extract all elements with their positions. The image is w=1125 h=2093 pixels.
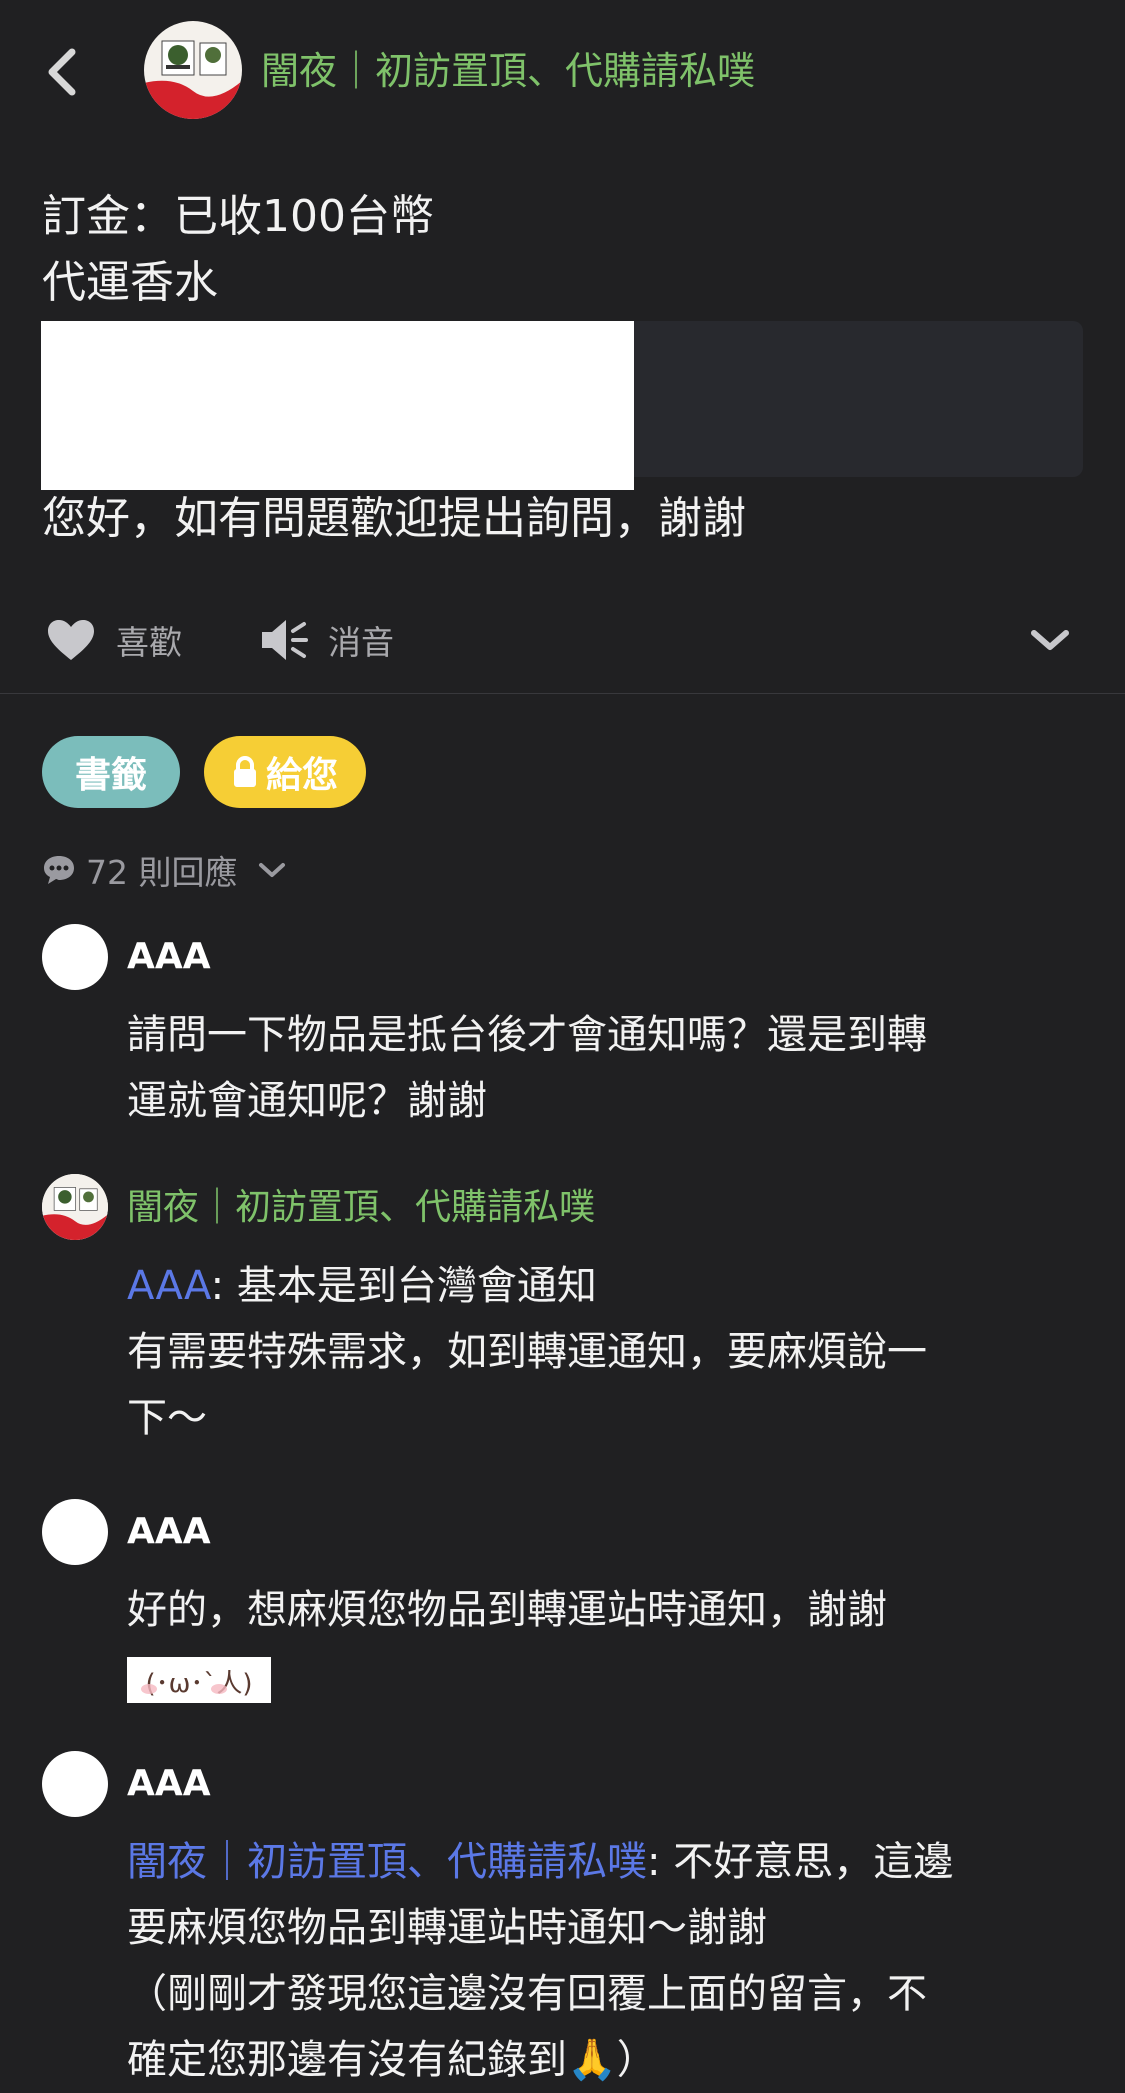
owner-name[interactable]: 闇夜｜初訪置頂、代購請私噗 — [261, 46, 755, 96]
emoticon-text: (･ω･`人) — [145, 1669, 252, 1699]
mention-link[interactable]: 闇夜｜初訪置頂、代購請私噗 — [127, 1839, 647, 1885]
bookmark-tag[interactable]: 書籤 — [42, 736, 180, 808]
chevron-down-icon — [1031, 630, 1069, 650]
chevron-left-icon — [48, 48, 76, 96]
comment-line: 好的，想麻煩您物品到轉運站時通知，謝謝 — [127, 1587, 887, 1633]
speaker-mute-icon — [262, 620, 308, 660]
comment-line: 請問一下物品是抵台後才會通知嗎？還是到轉 — [127, 1012, 927, 1058]
comment-body: 請問一下物品是抵台後才會通知嗎？還是到轉 運就會通知呢？謝謝 — [127, 1002, 1087, 1134]
post-line-greeting: 您好，如有問題歡迎提出詢問，謝謝 — [42, 493, 746, 544]
comment-body: AAA: 基本是到台灣會通知 有需要特殊需求，如到轉運通知，要麻煩說一 下～ — [127, 1253, 1087, 1451]
lock-icon — [233, 756, 256, 787]
commenter-name[interactable]: AAA — [127, 1508, 211, 1556]
owner-avatar-image — [42, 1174, 108, 1240]
comment-line: 下～ — [127, 1395, 207, 1441]
commenter-name[interactable]: AAA — [127, 1760, 211, 1808]
private-tag[interactable]: 給您 — [204, 736, 366, 808]
comment-line: AAA: 基本是到台灣會通知 — [127, 1253, 1087, 1319]
post-line-deposit: 訂金：已收100台幣 — [42, 191, 434, 242]
mute-button[interactable]: 消音 — [260, 600, 394, 680]
commenter-avatar[interactable] — [42, 1751, 108, 1817]
comment-line: 確定您那邊有沒有紀錄到🙏） — [127, 2037, 657, 2083]
back-button[interactable] — [40, 42, 90, 102]
post-content: 訂金：已收100台幣 代運香水 — [42, 184, 1082, 316]
speech-bubble-icon — [44, 856, 74, 884]
comment-line: 運就會通知呢？謝謝 — [127, 1078, 487, 1124]
heart-icon — [48, 620, 94, 660]
post-line-item: 代運香水 — [42, 257, 218, 308]
owner-commenter-name[interactable]: 闇夜｜初訪置頂、代購請私噗 — [127, 1184, 595, 1232]
section-divider — [0, 693, 1125, 694]
more-options-button[interactable] — [1028, 600, 1072, 680]
mute-label: 消音 — [328, 623, 394, 662]
owner-avatar-image — [144, 21, 242, 119]
comment-line: 闇夜｜初訪置頂、代購請私噗: 不好意思，這邊 — [127, 1829, 1087, 1895]
bookmark-label: 書籤 — [74, 755, 147, 796]
commenter-name[interactable]: AAA — [127, 933, 211, 981]
comment-line: 要麻煩您物品到轉運站時通知～謝謝 — [127, 1905, 767, 1951]
link-preview-image[interactable] — [41, 321, 634, 490]
emoticon-face-icon: (･ω･`人) — [127, 1661, 271, 1703]
post-action-bar: 喜歡 消音 — [0, 600, 1125, 680]
comment-line: 有需要特殊需求，如到轉運通知，要麻煩說一 — [127, 1329, 927, 1375]
owner-avatar[interactable] — [144, 21, 242, 119]
chevron-down-icon — [259, 863, 286, 877]
comment-text-fragment: : 不好意思，這邊 — [647, 1839, 954, 1885]
comment-body: 闇夜｜初訪置頂、代購請私噗: 不好意思，這邊 要麻煩您物品到轉運站時通知～謝謝 … — [127, 1829, 1087, 2093]
commenter-avatar[interactable] — [42, 924, 108, 990]
emoticon-sticker: (･ω･`人) — [127, 1657, 271, 1703]
mention-link[interactable]: AAA — [127, 1263, 211, 1309]
like-label: 喜歡 — [116, 623, 182, 662]
response-count-toggle[interactable]: 72 則回應 — [42, 846, 287, 894]
commenter-avatar[interactable] — [42, 1499, 108, 1565]
comment-body: 好的，想麻煩您物品到轉運站時通知，謝謝 (･ω･`人) — [127, 1577, 1087, 1709]
comment-text-fragment: : 基本是到台灣會通知 — [210, 1263, 597, 1309]
comment-line: (･ω･`人) — [127, 1643, 1087, 1709]
response-count-label: 72 則回應 — [86, 853, 238, 892]
like-button[interactable]: 喜歡 — [46, 600, 182, 680]
private-label: 給您 — [265, 755, 338, 796]
header: 闇夜｜初訪置頂、代購請私噗 — [0, 0, 1125, 140]
comment-line: （剛剛才發現您這邊沒有回覆上面的留言，不 — [127, 1971, 927, 2017]
owner-comment-avatar[interactable] — [42, 1174, 108, 1240]
